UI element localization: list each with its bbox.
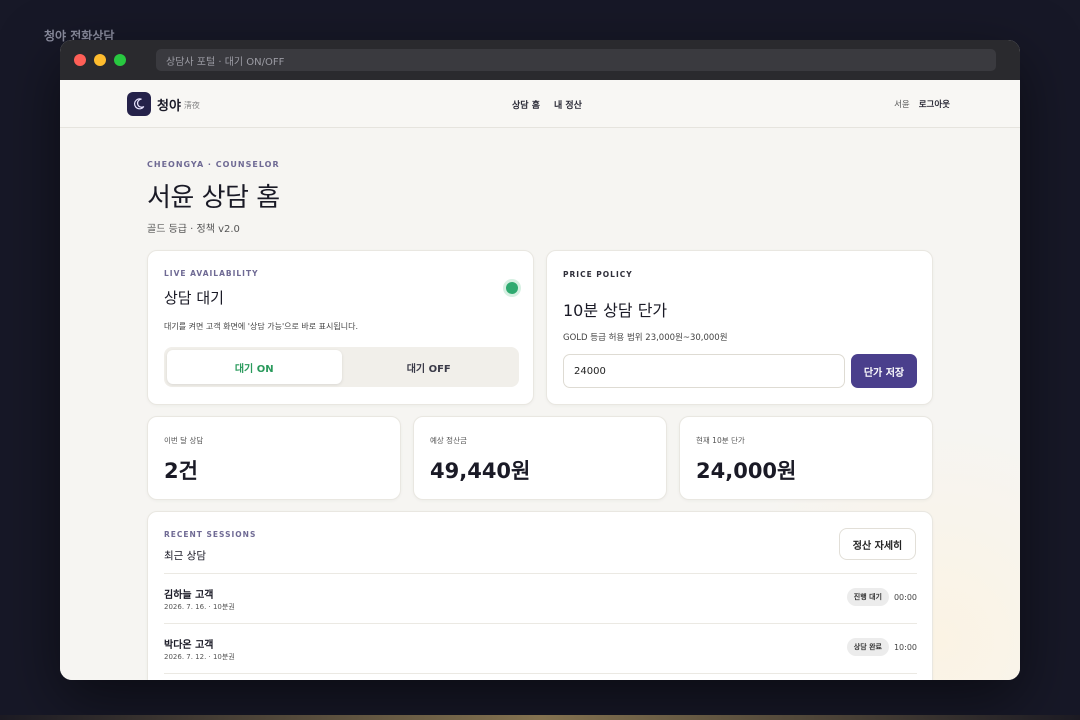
- price-card: PRICE POLICY 10분 상담 단가 GOLD 등급 허용 범위 23,…: [546, 250, 933, 405]
- price-input[interactable]: [563, 354, 845, 388]
- availability-toggle: 대기 ON 대기 OFF: [164, 347, 519, 387]
- session-customer: 박다온 고객: [164, 640, 214, 651]
- session-time: 00:00: [893, 593, 917, 602]
- sessions-title: 최근 상담: [164, 550, 206, 562]
- maximize-window-button[interactable]: [114, 54, 126, 66]
- user-name: 서윤: [894, 100, 910, 110]
- availability-card: LIVE AVAILABILITY 상담 대기 대기를 켜면 고객 화면에 '상…: [147, 250, 534, 405]
- page-title: 서윤 상담 홈: [147, 183, 280, 213]
- session-row-divider: [164, 673, 917, 680]
- minimize-window-button[interactable]: [94, 54, 106, 66]
- brand-hanja: 淸夜: [183, 101, 200, 110]
- stat-label: 현재 10분 단가: [696, 436, 745, 445]
- availability-description: 대기를 켜면 고객 화면에 '상담 가능'으로 바로 표시됩니다.: [164, 322, 359, 331]
- stat-card-expected-settlement: 예상 정산금 49,440원: [413, 416, 667, 500]
- session-time: 10:00: [893, 643, 917, 652]
- stat-label: 예상 정산금: [430, 436, 467, 445]
- save-price-button[interactable]: 단가 저장: [851, 354, 917, 388]
- browser-window: 상담사 포털 · 대기 ON/OFF 청야 淸夜 상담 홈 내 정산 서윤 로그…: [60, 40, 1020, 680]
- status-badge: 진행 대기: [846, 588, 889, 606]
- session-row[interactable]: 김하늘 고객 2026. 7. 16. · 10분권 진행 대기 00:00: [164, 573, 917, 623]
- recent-sessions-card: RECENT SESSIONS 최근 상담 정산 자세히 김하늘 고객 2026…: [147, 511, 933, 680]
- price-title: 10분 상담 단가: [563, 301, 668, 320]
- page-eyebrow: CHEONGYA · COUNSELOR: [147, 160, 280, 169]
- session-meta: 2026. 7. 12. · 10분권: [164, 653, 235, 661]
- toggle-on-button[interactable]: 대기 ON: [167, 350, 342, 384]
- stat-card-monthly-sessions: 이번 달 상담 2건: [147, 416, 401, 500]
- stat-value: 24,000원: [696, 459, 797, 483]
- session-row[interactable]: 박다온 고객 2026. 7. 12. · 10분권 상담 완료 10:00: [164, 623, 917, 673]
- nav-link-settlement[interactable]: 내 정산: [554, 98, 582, 111]
- stat-value: 49,440원: [430, 459, 531, 483]
- sessions-eyebrow: RECENT SESSIONS: [164, 530, 257, 539]
- session-customer: 김하늘 고객: [164, 590, 214, 601]
- address-bar[interactable]: 상담사 포털 · 대기 ON/OFF: [156, 49, 996, 71]
- nav-links: 상담 홈 내 정산: [512, 98, 582, 111]
- top-nav: 청야 淸夜 상담 홈 내 정산 서윤 로그아웃: [60, 80, 1020, 128]
- stat-value: 2건: [164, 459, 198, 483]
- bottom-glow: [0, 715, 1080, 720]
- logout-link[interactable]: 로그아웃: [919, 98, 950, 110]
- status-badge: 상담 완료: [846, 638, 889, 656]
- close-window-button[interactable]: [74, 54, 86, 66]
- stat-card-current-price: 현재 10분 단가 24,000원: [679, 416, 933, 500]
- toggle-off-button[interactable]: 대기 OFF: [342, 350, 517, 384]
- nav-user-area: 서윤 로그아웃: [894, 98, 950, 110]
- stat-label: 이번 달 상담: [164, 436, 204, 445]
- price-eyebrow: PRICE POLICY: [563, 270, 633, 279]
- page-subtitle: 골드 등급 · 정책 v2.0: [147, 224, 240, 235]
- price-range: GOLD 등급 허용 범위 23,000원~30,000원: [563, 333, 728, 343]
- availability-title: 상담 대기: [164, 289, 224, 307]
- settlement-detail-button[interactable]: 정산 자세히: [839, 528, 916, 560]
- nav-link-home[interactable]: 상담 홈: [512, 98, 540, 111]
- availability-eyebrow: LIVE AVAILABILITY: [164, 269, 259, 278]
- main-content: CHEONGYA · COUNSELOR 서윤 상담 홈 골드 등급 · 정책 …: [147, 160, 933, 235]
- page: 청야 淸夜 상담 홈 내 정산 서윤 로그아웃 CHEONGYA · COUNS…: [60, 80, 1020, 680]
- session-meta: 2026. 7. 16. · 10분권: [164, 603, 235, 611]
- window-titlebar: 상담사 포털 · 대기 ON/OFF: [60, 40, 1020, 80]
- brand-logo[interactable]: 청야 淸夜: [127, 92, 200, 116]
- brand-name: 청야: [157, 98, 181, 114]
- status-dot-icon: [506, 282, 518, 294]
- moon-icon: [127, 92, 151, 116]
